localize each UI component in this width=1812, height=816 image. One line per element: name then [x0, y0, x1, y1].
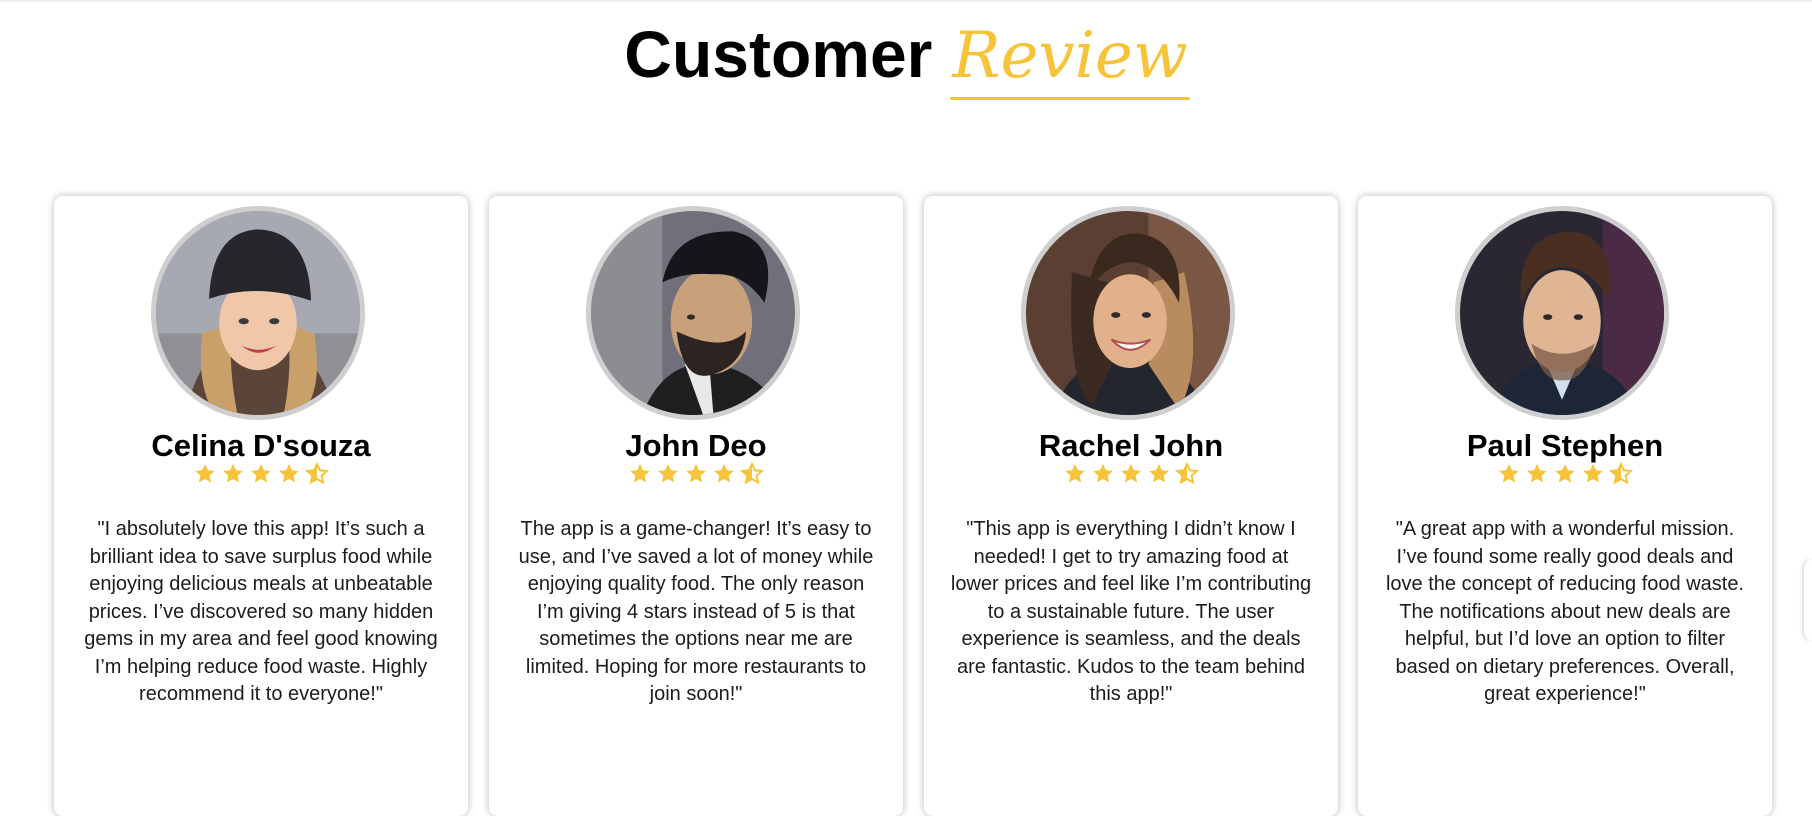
star-rating: [1358, 462, 1772, 488]
review-text: "This app is everything I didn’t know I …: [950, 518, 1312, 705]
star-half-icon: [740, 462, 764, 485]
avatar-paul-image: [1460, 211, 1664, 415]
avatar: [1455, 206, 1669, 420]
star-icon: [223, 464, 243, 483]
star-icon: [686, 464, 706, 483]
review-cards: Celina D'souza "I absolutely love this a…: [54, 196, 1774, 816]
star-icon: [630, 464, 650, 483]
avatar-celina-image: [156, 211, 360, 415]
reviewer-name: John Deo: [625, 428, 767, 463]
star-icon: [658, 464, 678, 483]
review-text: "A great app with a wonderful mission. I…: [1385, 518, 1744, 705]
section-title: Customer Review: [0, 8, 1812, 102]
star-icon: [1499, 464, 1519, 483]
reviewer-name: Celina D'souza: [151, 428, 371, 463]
reviewer-name: Paul Stephen: [1466, 428, 1664, 463]
star-icon: [1555, 464, 1575, 483]
scroll-edge: [1804, 560, 1812, 640]
title-main: Customer: [624, 17, 933, 91]
star-rating: [54, 462, 468, 488]
star-rating: [489, 462, 903, 488]
star-rating: [924, 462, 1338, 488]
star-icon: [279, 464, 299, 483]
star-icon: [1149, 464, 1169, 483]
title-accent: Review: [950, 10, 1191, 102]
star-icon: [195, 464, 215, 483]
star-icon: [1065, 464, 1085, 483]
star-icon: [1121, 464, 1141, 483]
star-half-icon: [305, 462, 329, 485]
avatar: [151, 206, 365, 420]
star-icon: [1527, 464, 1547, 483]
review-card-john: John Deo The app is a game-changer! It’s…: [489, 196, 903, 816]
avatar-rachel-image: [1026, 211, 1230, 415]
top-divider: [0, 0, 1812, 2]
star-icon: [714, 464, 734, 483]
review-card-rachel: Rachel John "This app is everything I di…: [924, 196, 1338, 816]
star-half-icon: [1175, 462, 1199, 485]
review-text: The app is a game-changer! It’s easy to …: [518, 518, 874, 705]
reviewer-name: Rachel John: [1038, 428, 1224, 463]
star-icon: [251, 464, 271, 483]
star-icon: [1093, 464, 1113, 483]
avatar: [1021, 206, 1235, 420]
review-card-celina: Celina D'souza "I absolutely love this a…: [54, 196, 468, 816]
star-half-icon: [1609, 462, 1633, 485]
avatar-john-image: [591, 211, 795, 415]
avatar: [586, 206, 800, 420]
star-icon: [1583, 464, 1603, 483]
review-card-paul: Paul Stephen "A great app with a wonderf…: [1358, 196, 1772, 816]
review-text: "I absolutely love this app! It’s such a…: [84, 518, 438, 705]
